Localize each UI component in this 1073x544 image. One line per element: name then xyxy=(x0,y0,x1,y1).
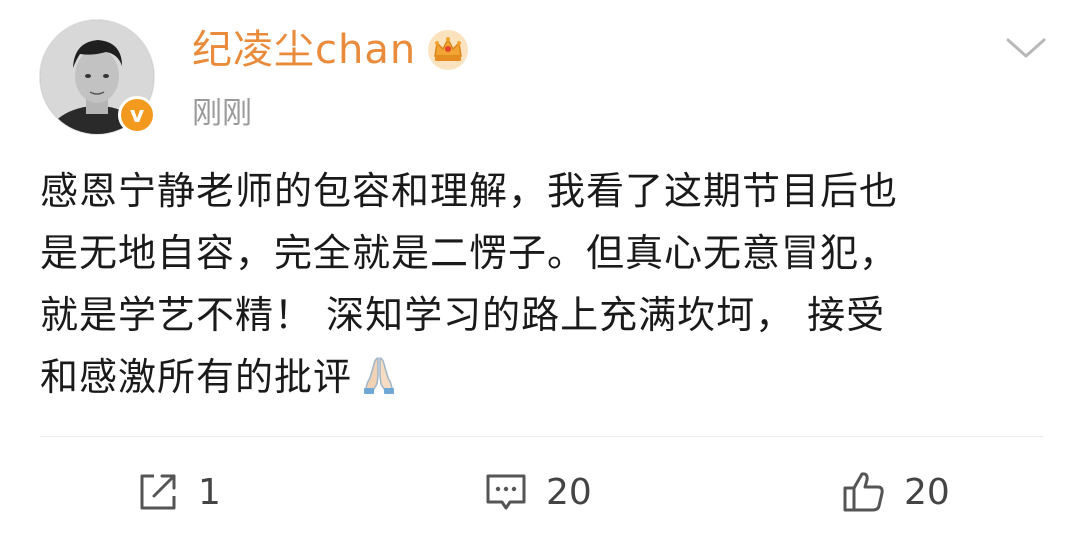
post-line: 就是学艺不精！ 深知学习的路上充满坎坷， 接受 xyxy=(40,293,886,337)
comment-button[interactable]: 20 xyxy=(482,464,592,520)
post-timestamp: 刚刚 xyxy=(192,96,252,131)
thumbs-up-icon xyxy=(843,472,884,512)
comment-count: 20 xyxy=(546,471,592,513)
post-line: 感恩宁静老师的包容和理解，我看了这期节目后也 xyxy=(40,169,899,213)
like-button[interactable]: 20 xyxy=(840,464,950,520)
praying-hands-icon xyxy=(364,357,395,394)
post-content: 感恩宁静老师的包容和理解，我看了这期节目后也 是无地自容，完全就是二愣子。但真心… xyxy=(40,160,1040,408)
post-line: 和感激所有的批评 xyxy=(40,355,353,399)
repost-icon xyxy=(140,474,176,510)
post-line-last: 和感激所有的批评 xyxy=(40,346,1040,408)
crown-icon xyxy=(428,30,469,70)
like-count: 20 xyxy=(904,471,950,513)
verified-v-icon: v xyxy=(118,96,156,134)
repost-count: 1 xyxy=(198,471,221,513)
repost-button[interactable]: 1 xyxy=(134,464,221,520)
divider xyxy=(40,436,1043,437)
weibo-post-card: v 纪凌尘chan 刚刚 感恩宁静老师的包容和理解，我看了这期节目后也 是无地自… xyxy=(0,0,1073,544)
author-name[interactable]: 纪凌尘chan xyxy=(192,22,416,78)
chevron-down-icon[interactable] xyxy=(1002,32,1050,62)
comment-icon xyxy=(486,474,526,510)
post-line: 是无地自容，完全就是二愣子。但真心无意冒犯， xyxy=(40,231,899,275)
author-row: 纪凌尘chan xyxy=(192,22,470,78)
